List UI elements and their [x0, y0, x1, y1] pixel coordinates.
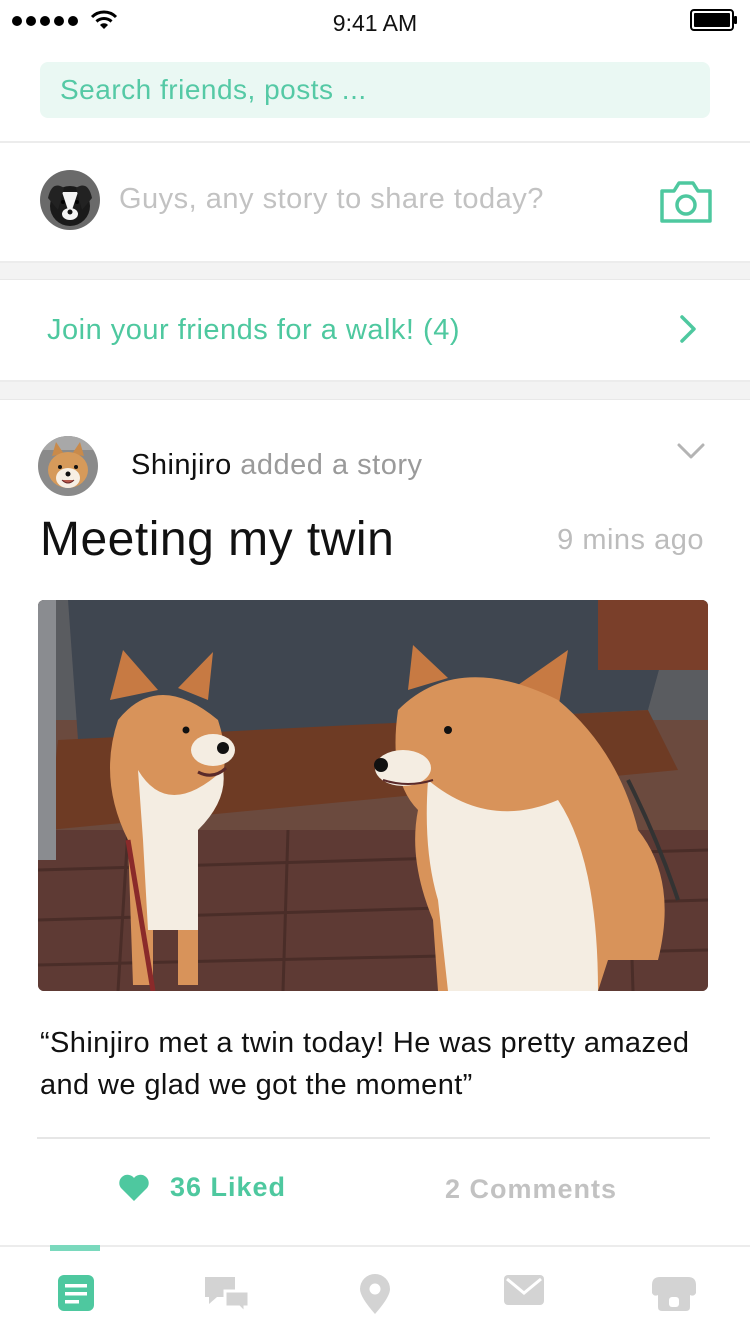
status-time: 9:41 AM	[332, 10, 418, 36]
post-author-name[interactable]: Shinjiro	[131, 449, 232, 481]
chat-icon[interactable]	[203, 1273, 251, 1315]
post-title: Meeting my twin	[40, 513, 395, 566]
comments-button[interactable]: 2 Comments	[445, 1174, 617, 1205]
walk-banner-text: Join your friends for a walk! (4)	[47, 314, 460, 346]
post-divider	[37, 1137, 710, 1139]
chevron-right-icon	[680, 315, 696, 343]
compose-prompt[interactable]: Guys, any story to share today?	[119, 183, 544, 216]
walk-banner[interactable]: Join your friends for a walk! (4)	[0, 280, 750, 382]
story-post-card: Shinjiro added a story Meeting my twin 9…	[0, 400, 750, 1245]
post-action: added a story	[240, 449, 423, 481]
battery-icon	[690, 9, 737, 31]
camera-icon[interactable]	[658, 179, 714, 225]
section-spacer	[0, 382, 750, 400]
section-spacer	[0, 263, 750, 280]
compose-bar[interactable]: Guys, any story to share today?	[0, 143, 750, 263]
active-tab-indicator	[50, 1245, 100, 1251]
post-timestamp: 9 mins ago	[557, 524, 704, 556]
search-section: Search friends, posts ...	[0, 44, 750, 143]
chevron-down-icon[interactable]	[676, 442, 706, 460]
search-input[interactable]: Search friends, posts ...	[40, 62, 710, 118]
post-photo[interactable]	[38, 600, 708, 991]
status-bar: 9:41 AM	[0, 0, 750, 44]
dog-face-icon[interactable]	[650, 1273, 698, 1313]
like-button[interactable]: 36 Liked	[118, 1172, 286, 1203]
author-avatar[interactable]	[38, 436, 98, 496]
likes-count: 36 Liked	[170, 1172, 287, 1202]
post-caption: “Shinjiro met a twin today! He was prett…	[40, 1027, 690, 1101]
heart-icon	[119, 1174, 149, 1201]
user-avatar[interactable]	[40, 170, 100, 230]
location-pin-icon[interactable]	[358, 1273, 392, 1315]
post-author-line: Shinjiro added a story	[131, 449, 423, 482]
mail-icon[interactable]	[503, 1273, 545, 1307]
tab-bar	[0, 1245, 750, 1336]
feed-icon[interactable]	[56, 1273, 96, 1313]
